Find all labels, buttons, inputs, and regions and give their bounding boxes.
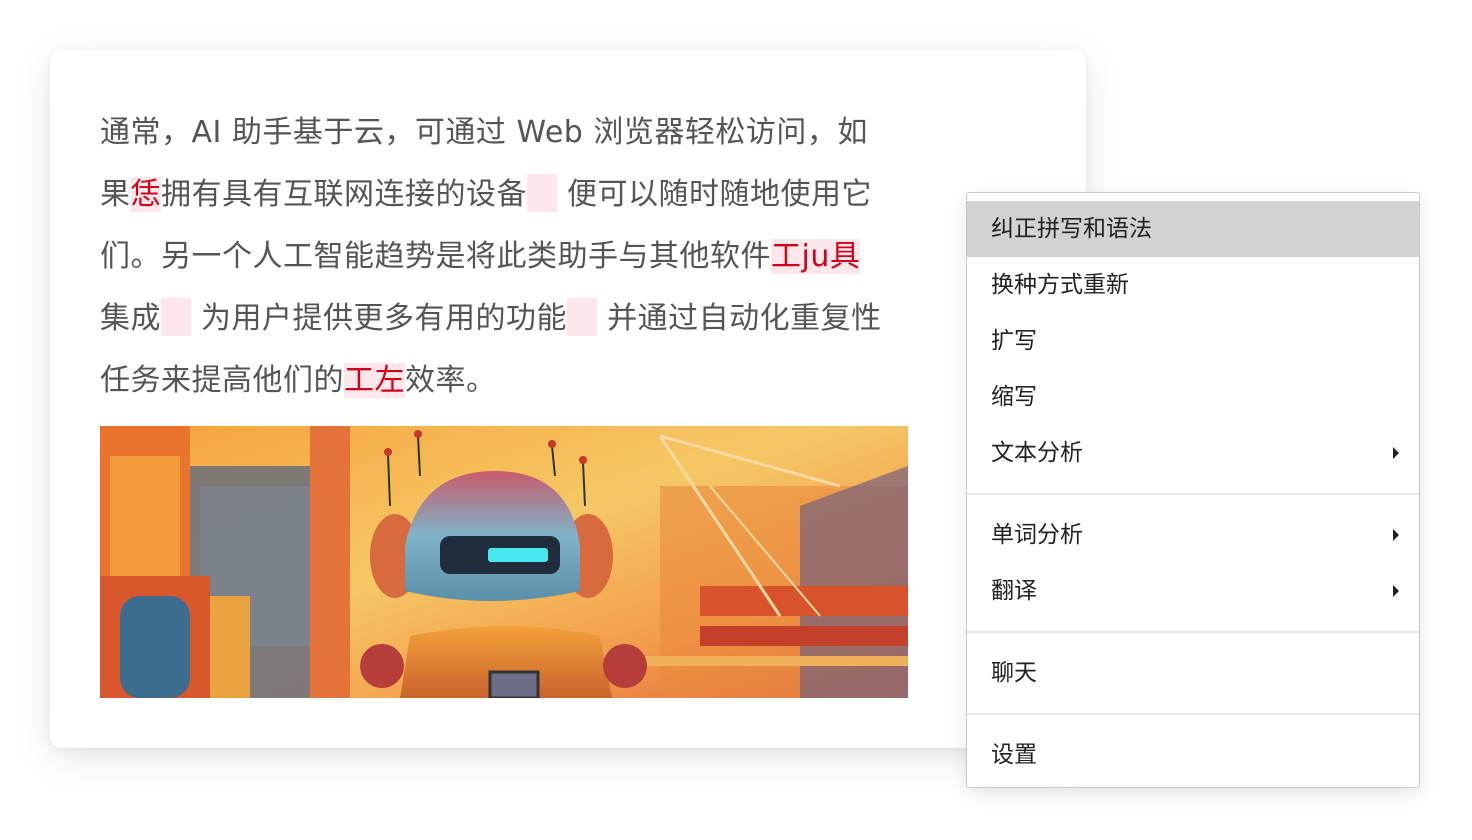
missing-punctuation-marker[interactable]: [527, 173, 557, 212]
chevron-right-icon: [1393, 529, 1399, 541]
stage: 通常，AI 助手基于云，可通过 Web 浏览器轻松访问，如 果恁拥有具有互联网连接…: [0, 0, 1472, 840]
missing-punctuation-marker[interactable]: [161, 297, 191, 336]
menu-item-settings[interactable]: 设置: [967, 727, 1419, 783]
menu-separator: [967, 493, 1419, 495]
menu-item-label: 换种方式重新: [991, 272, 1129, 298]
missing-punctuation-marker[interactable]: [567, 297, 598, 336]
text-line: 通常，AI 助手基于云，可通过 Web 浏览器轻松访问，如: [100, 102, 912, 164]
text-segment: 果: [100, 177, 131, 212]
text-segment: 任务来提高他们的: [100, 363, 344, 398]
text-line: 果恁拥有具有互联网连接的设备 便可以随时随地使用它: [100, 164, 912, 226]
text-segment: 们。另一个人工智能趋势是将此类助手与其他软件: [100, 239, 771, 274]
chevron-right-icon: [1393, 585, 1399, 597]
menu-item-text-analysis[interactable]: 文本分析: [967, 425, 1419, 481]
menu-item-label: 设置: [991, 742, 1037, 768]
spelling-error-highlight[interactable]: 恁: [130, 177, 161, 212]
chevron-right-icon: [1393, 447, 1399, 459]
text-segment: 便可以随时随地使用它: [557, 177, 873, 212]
context-menu: 纠正拼写和语法 换种方式重新 扩写缩写文本分析单词分析翻译聊天设置: [966, 192, 1420, 788]
menu-item-chat[interactable]: 聊天: [967, 645, 1419, 701]
text-segment: 为用户提供更多有用的功能: [191, 301, 568, 336]
spelling-error-highlight[interactable]: 工ju具: [771, 239, 861, 274]
menu-item-label: 聊天: [991, 660, 1037, 686]
document-card: 通常，AI 助手基于云，可通过 Web 浏览器轻松访问，如 果恁拥有具有互联网连接…: [50, 50, 1086, 748]
menu-separator: [967, 713, 1419, 715]
menu-item-label: 纠正拼写和语法: [991, 216, 1152, 242]
text-segment: 拥有具有互联网连接的设备: [161, 177, 527, 212]
menu-item-word-analysis[interactable]: 单词分析: [967, 507, 1419, 563]
menu-item-label: 缩写: [991, 384, 1037, 410]
text-segment: 集成: [100, 301, 161, 336]
robot-illustration-image: [100, 426, 908, 698]
text-line: 集成 为用户提供更多有用的功能 并通过自动化重复性: [100, 288, 912, 350]
menu-item-translate[interactable]: 翻译: [967, 563, 1419, 619]
menu-item-label: 文本分析: [991, 440, 1083, 466]
menu-separator: [967, 631, 1419, 633]
text-line: 任务来提高他们的工左效率。: [100, 350, 912, 412]
document-text[interactable]: 通常，AI 助手基于云，可通过 Web 浏览器轻松访问，如 果恁拥有具有互联网连接…: [100, 102, 912, 412]
menu-item-label: 单词分析: [991, 522, 1083, 548]
menu-item-correct-spelling-grammar[interactable]: 纠正拼写和语法: [967, 201, 1419, 257]
text-line: 们。另一个人工智能趋势是将此类助手与其他软件工ju具: [100, 226, 912, 288]
text-segment: 并通过自动化重复性: [597, 301, 882, 336]
spelling-error-highlight[interactable]: 工左: [344, 363, 405, 398]
menu-item-rephrase[interactable]: 换种方式重新: [967, 257, 1419, 313]
text-segment: 通常，AI 助手基于云，可通过 Web 浏览器轻松访问，如: [100, 115, 868, 150]
menu-item-label: 翻译: [991, 578, 1037, 604]
menu-item-label: 扩写: [991, 328, 1037, 354]
menu-item-expand[interactable]: 扩写: [967, 313, 1419, 369]
text-segment: 效率。: [405, 363, 497, 398]
menu-item-shorten[interactable]: 缩写: [967, 369, 1419, 425]
